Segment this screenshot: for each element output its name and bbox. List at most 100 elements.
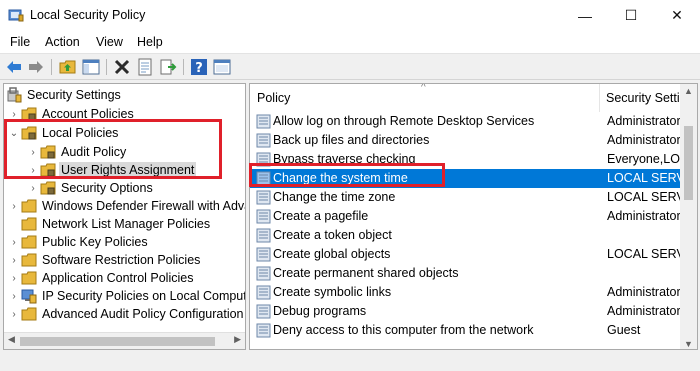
policy-icon bbox=[256, 228, 271, 243]
highlight-box-local-policies bbox=[4, 119, 222, 179]
policy-row[interactable]: Allow log on through Remote Desktop Serv… bbox=[250, 112, 682, 131]
tree-label: IP Security Policies on Local Compute bbox=[42, 289, 246, 303]
policy-row[interactable]: Create a token object bbox=[250, 226, 682, 245]
up-folder-icon[interactable] bbox=[59, 58, 77, 76]
policy-name: Change the time zone bbox=[273, 190, 396, 204]
policy-security-setting: Administrator bbox=[607, 285, 681, 299]
tree-label: Application Control Policies bbox=[42, 271, 194, 285]
menu-view[interactable]: View bbox=[96, 35, 123, 49]
policy-row[interactable]: Deny access to this computer from the ne… bbox=[250, 321, 682, 340]
toolbar-separator bbox=[106, 59, 107, 75]
chevron-right-icon[interactable]: › bbox=[28, 183, 38, 194]
scroll-left-arrow-icon[interactable]: ◀ bbox=[8, 334, 15, 345]
scroll-up-arrow-icon[interactable]: ▲ bbox=[684, 86, 693, 96]
tree-label: Security Options bbox=[61, 181, 153, 195]
policy-icon bbox=[256, 209, 271, 224]
policy-icon bbox=[256, 247, 271, 262]
tree-item-security-options[interactable]: › Security Options bbox=[28, 179, 155, 197]
policy-name: Create a pagefile bbox=[273, 209, 369, 223]
chevron-right-icon[interactable]: › bbox=[9, 109, 19, 120]
policy-name: Create symbolic links bbox=[273, 285, 392, 299]
chevron-right-icon[interactable]: › bbox=[9, 237, 19, 248]
list-vertical-scrollbar[interactable]: ▲ ▼ bbox=[680, 84, 697, 349]
scroll-right-arrow-icon[interactable]: ▶ bbox=[234, 334, 241, 345]
policy-list-pane: Policy ^ Security Settin Allow log on th… bbox=[249, 83, 698, 350]
tree-item-application-control-policies[interactable]: › Application Control Policies bbox=[9, 269, 195, 287]
chevron-right-icon[interactable]: › bbox=[9, 255, 19, 266]
tree-label: Public Key Policies bbox=[42, 235, 148, 249]
policy-icon bbox=[256, 285, 271, 300]
tree-item-network-list-manager[interactable]: Network List Manager Policies bbox=[9, 215, 212, 233]
sort-ascending-icon: ^ bbox=[421, 83, 426, 93]
tree-item-public-key-policies[interactable]: › Public Key Policies bbox=[9, 233, 150, 251]
policy-icon bbox=[256, 133, 271, 148]
client-area: Security Settings › Account Policies ⌄ L… bbox=[0, 80, 700, 371]
policy-security-setting: Administrator bbox=[607, 114, 681, 128]
policy-security-setting: Administrator bbox=[607, 209, 681, 223]
policy-security-setting: LOCAL SERVIC bbox=[607, 171, 682, 185]
folder-icon bbox=[21, 217, 37, 231]
tree-item-windows-defender-firewall[interactable]: › Windows Defender Firewall with Adva bbox=[9, 197, 246, 215]
chevron-right-icon[interactable]: › bbox=[9, 291, 19, 302]
chevron-right-icon[interactable]: › bbox=[9, 201, 19, 212]
maximize-icon: ☐ bbox=[624, 7, 638, 23]
minimize-icon: — bbox=[578, 7, 592, 24]
folder-icon bbox=[21, 253, 37, 267]
scroll-thumb[interactable] bbox=[684, 126, 693, 200]
tree-item-ip-security-policies[interactable]: › IP Security Policies on Local Compute bbox=[9, 287, 246, 305]
back-icon[interactable] bbox=[5, 58, 23, 76]
tree-item-security-settings[interactable]: Security Settings bbox=[6, 86, 123, 104]
chevron-right-icon[interactable]: › bbox=[9, 273, 19, 284]
tree-label: Windows Defender Firewall with Adva bbox=[42, 199, 246, 213]
folder-icon bbox=[40, 181, 56, 195]
scroll-down-arrow-icon[interactable]: ▼ bbox=[684, 339, 693, 349]
maximize-button[interactable]: ☐ bbox=[608, 0, 654, 31]
policy-row[interactable]: Debug programs Administrator bbox=[250, 302, 682, 321]
close-icon: ✕ bbox=[671, 7, 683, 23]
policy-security-setting: LOCAL SERVIC bbox=[607, 247, 682, 261]
toolbar-separator bbox=[51, 59, 52, 75]
menu-help[interactable]: Help bbox=[137, 35, 163, 49]
menu-file[interactable]: File bbox=[10, 35, 30, 49]
security-settings-icon bbox=[7, 87, 22, 103]
policy-row[interactable]: Back up files and directories Administrat… bbox=[250, 131, 682, 150]
policy-name: Create permanent shared objects bbox=[273, 266, 459, 280]
minimize-button[interactable]: — bbox=[562, 0, 608, 31]
column-header-security-setting[interactable]: Security Settin bbox=[600, 84, 682, 112]
folder-icon bbox=[21, 235, 37, 249]
column-header-label: Policy bbox=[257, 91, 291, 105]
policy-row[interactable]: Create symbolic links Administrator bbox=[250, 283, 682, 302]
column-header-label: Security Settin bbox=[606, 91, 682, 105]
delete-icon[interactable] bbox=[113, 58, 131, 76]
tree-item-advanced-audit-policy[interactable]: › Advanced Audit Policy Configuration bbox=[9, 305, 245, 323]
tree-label: Software Restriction Policies bbox=[42, 253, 201, 267]
scroll-thumb[interactable] bbox=[20, 337, 215, 346]
console-icon[interactable] bbox=[213, 58, 231, 76]
show-hide-tree-icon[interactable] bbox=[82, 58, 100, 76]
policy-icon bbox=[256, 323, 271, 338]
policy-security-setting: Everyone,LOC bbox=[607, 152, 682, 166]
policy-name: Allow log on through Remote Desktop Serv… bbox=[273, 114, 535, 128]
policy-row[interactable]: Create a pagefile Administrator bbox=[250, 207, 682, 226]
folder-icon bbox=[21, 199, 37, 213]
export-list-icon[interactable] bbox=[159, 58, 177, 76]
toolbar: ? bbox=[0, 53, 700, 80]
properties-icon[interactable] bbox=[136, 58, 154, 76]
ip-security-icon bbox=[21, 289, 37, 304]
policy-row[interactable]: Create permanent shared objects bbox=[250, 264, 682, 283]
help-icon[interactable]: ? bbox=[190, 58, 208, 76]
tree-label: Advanced Audit Policy Configuration bbox=[42, 307, 244, 321]
close-button[interactable]: ✕ bbox=[654, 0, 700, 31]
policy-row[interactable]: Change the time zone LOCAL SERVIC bbox=[250, 188, 682, 207]
tree-label: Security Settings bbox=[27, 88, 121, 102]
tree-item-software-restriction-policies[interactable]: › Software Restriction Policies bbox=[9, 251, 202, 269]
policy-row[interactable]: Create global objects LOCAL SERVIC bbox=[250, 245, 682, 264]
tree-horizontal-scrollbar[interactable]: ◀ ▶ bbox=[4, 332, 245, 349]
folder-icon bbox=[21, 271, 37, 285]
forward-icon[interactable] bbox=[27, 58, 45, 76]
policy-security-setting: Administrator bbox=[607, 304, 681, 318]
policy-icon bbox=[256, 114, 271, 129]
menu-action[interactable]: Action bbox=[45, 35, 80, 49]
chevron-right-icon[interactable]: › bbox=[9, 309, 19, 320]
window-title: Local Security Policy bbox=[30, 8, 146, 22]
